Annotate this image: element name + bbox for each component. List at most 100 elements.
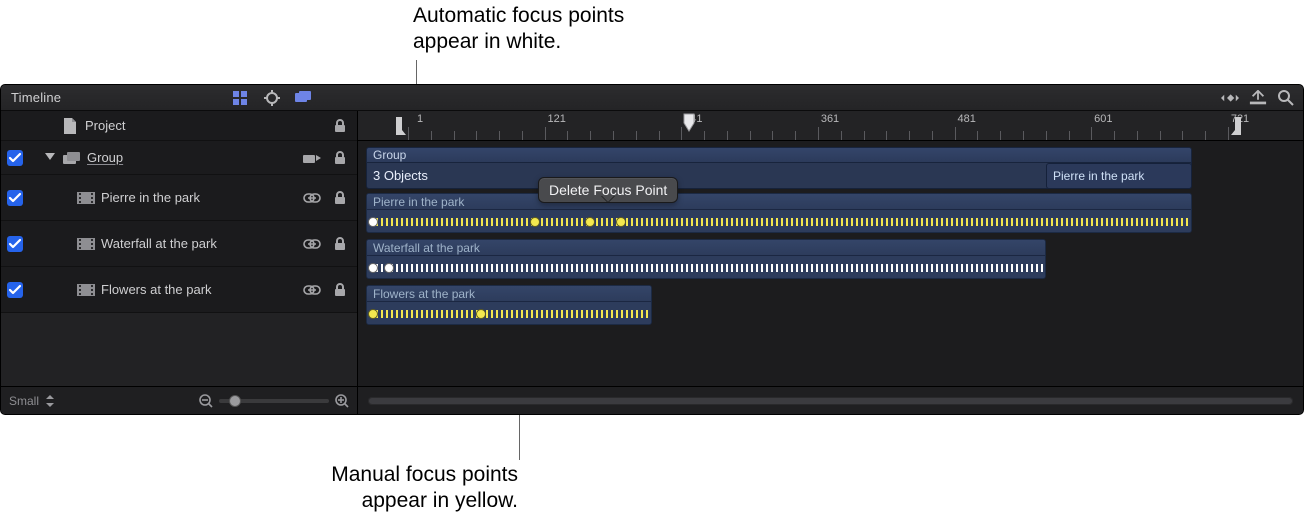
zoom-out-icon[interactable]: [199, 394, 213, 408]
group-filter-icon[interactable]: [303, 149, 321, 167]
row-label: Flowers at the park: [101, 282, 297, 297]
time-ruler[interactable]: 1121241361481601721: [358, 111, 1303, 141]
ruler-tick-minor: [704, 131, 705, 140]
row-height-label: Small: [9, 394, 39, 408]
checkbox[interactable]: [7, 236, 23, 252]
row-label: Group: [87, 150, 297, 165]
group-inset-label: Pierre in the park: [1053, 169, 1144, 183]
focus-point-auto[interactable]: [368, 217, 378, 227]
tree-row-clip[interactable]: Pierre in the park: [1, 175, 357, 221]
checkbox[interactable]: [7, 282, 23, 298]
scrollbar-thumb[interactable]: [368, 397, 1293, 405]
ruler-tick-minor: [772, 131, 773, 140]
group-inset-clip[interactable]: Pierre in the park: [1046, 163, 1192, 189]
ruler-tick-minor: [864, 131, 865, 140]
ruler-tick-minor: [431, 131, 432, 140]
focus-point-manual[interactable]: [476, 309, 486, 319]
ruler-tick-minor: [613, 131, 614, 140]
panel-body: Project: [1, 111, 1303, 414]
tree-row-project[interactable]: Project: [1, 111, 357, 141]
link-icon[interactable]: [303, 235, 321, 253]
ruler-tick-minor: [886, 131, 887, 140]
project-icon: [61, 117, 79, 135]
row-label: Project: [85, 118, 325, 133]
zoom-thumb[interactable]: [229, 395, 241, 407]
ruler-tick-minor: [590, 131, 591, 140]
ruler-tick-minor: [567, 131, 568, 140]
ruler-tick-minor: [750, 131, 751, 140]
zoom-track[interactable]: [219, 399, 329, 403]
tree-row-clip[interactable]: Flowers at the park: [1, 267, 357, 313]
lock-icon[interactable]: [331, 117, 349, 135]
lock-icon[interactable]: [331, 189, 349, 207]
clip-label: Waterfall at the park: [373, 241, 480, 255]
ruler-tick-minor: [1205, 131, 1206, 140]
zoom-slider[interactable]: [199, 394, 349, 408]
ruler-label: 361: [821, 113, 839, 125]
tree-row-clip[interactable]: Waterfall at the park: [1, 221, 357, 267]
callout-bottom: Manual focus points appear in yellow.: [218, 462, 518, 515]
link-icon[interactable]: [303, 281, 321, 299]
row-label: Pierre in the park: [101, 190, 297, 205]
checkbox[interactable]: [7, 150, 23, 166]
link-icon[interactable]: [303, 189, 321, 207]
ruler-tick-minor: [1023, 131, 1024, 140]
context-menu-item[interactable]: Delete Focus Point: [549, 182, 667, 198]
select-caret-icon: [45, 395, 55, 407]
group-title: Group: [373, 148, 406, 162]
panel-header: Timeline: [1, 85, 1303, 111]
ruler-tick-minor: [1069, 131, 1070, 140]
lock-icon[interactable]: [331, 235, 349, 253]
timeline-area: 1121241361481601721: [358, 111, 1303, 414]
row-label: Waterfall at the park: [101, 236, 297, 251]
focus-point-auto[interactable]: [368, 263, 378, 273]
header-snap-icon[interactable]: [1249, 89, 1267, 107]
lock-icon[interactable]: [331, 281, 349, 299]
ruler-tick: [545, 127, 546, 140]
ruler-tick-minor: [476, 131, 477, 140]
clip-waterfall[interactable]: Waterfall at the park: [366, 239, 1046, 279]
clip-flowers[interactable]: Flowers at the park: [366, 285, 652, 325]
ruler-ticks: 1121241361481601721: [358, 111, 1303, 140]
disclosure-triangle-icon[interactable]: [45, 153, 57, 163]
ruler-tick: [1228, 127, 1229, 140]
ruler-tick-minor: [977, 131, 978, 140]
ruler-tick-minor: [932, 131, 933, 140]
focus-point-manual[interactable]: [368, 309, 378, 319]
header-zoom-icon[interactable]: [1277, 89, 1295, 107]
focus-point-manual[interactable]: [585, 217, 595, 227]
ruler-tick: [955, 127, 956, 140]
focus-point-auto[interactable]: [384, 263, 394, 273]
out-point-marker-icon[interactable]: [1231, 117, 1241, 135]
ruler-tick-minor: [909, 131, 910, 140]
header-gear-icon[interactable]: [263, 89, 281, 107]
group-icon: [63, 149, 81, 167]
timeline-panel: Timeline: [0, 84, 1304, 415]
header-filter-icon[interactable]: [231, 89, 249, 107]
clip-pierre[interactable]: Pierre in the park: [366, 193, 1192, 233]
horizontal-scrollbar[interactable]: [368, 395, 1293, 407]
ruler-tick-minor: [1137, 131, 1138, 140]
row-height-select[interactable]: Small: [9, 394, 55, 408]
filmstrip-icon: [77, 189, 95, 207]
ruler-tick-minor: [1114, 131, 1115, 140]
context-menu[interactable]: Delete Focus Point: [538, 177, 678, 203]
tree-row-group[interactable]: Group: [1, 141, 357, 175]
focus-point-manual[interactable]: [616, 217, 626, 227]
lock-icon[interactable]: [331, 149, 349, 167]
clip-label: Flowers at the park: [373, 287, 475, 301]
in-point-marker-icon[interactable]: [396, 117, 406, 135]
group-header[interactable]: Group 3 Objects Pierre in the park: [366, 147, 1192, 199]
checkbox[interactable]: [7, 190, 23, 206]
zoom-in-icon[interactable]: [335, 394, 349, 408]
ruler-tick: [681, 127, 682, 140]
header-layers-icon[interactable]: [295, 89, 313, 107]
header-keyframe-nav-icon[interactable]: [1221, 89, 1239, 107]
ruler-tick-minor: [1182, 131, 1183, 140]
ruler-tick-minor: [1000, 131, 1001, 140]
ruler-tick-minor: [1160, 131, 1161, 140]
focus-point-manual[interactable]: [530, 217, 540, 227]
layer-tree: Project: [1, 111, 357, 386]
ruler-tick-minor: [636, 131, 637, 140]
ruler-tick-minor: [841, 131, 842, 140]
